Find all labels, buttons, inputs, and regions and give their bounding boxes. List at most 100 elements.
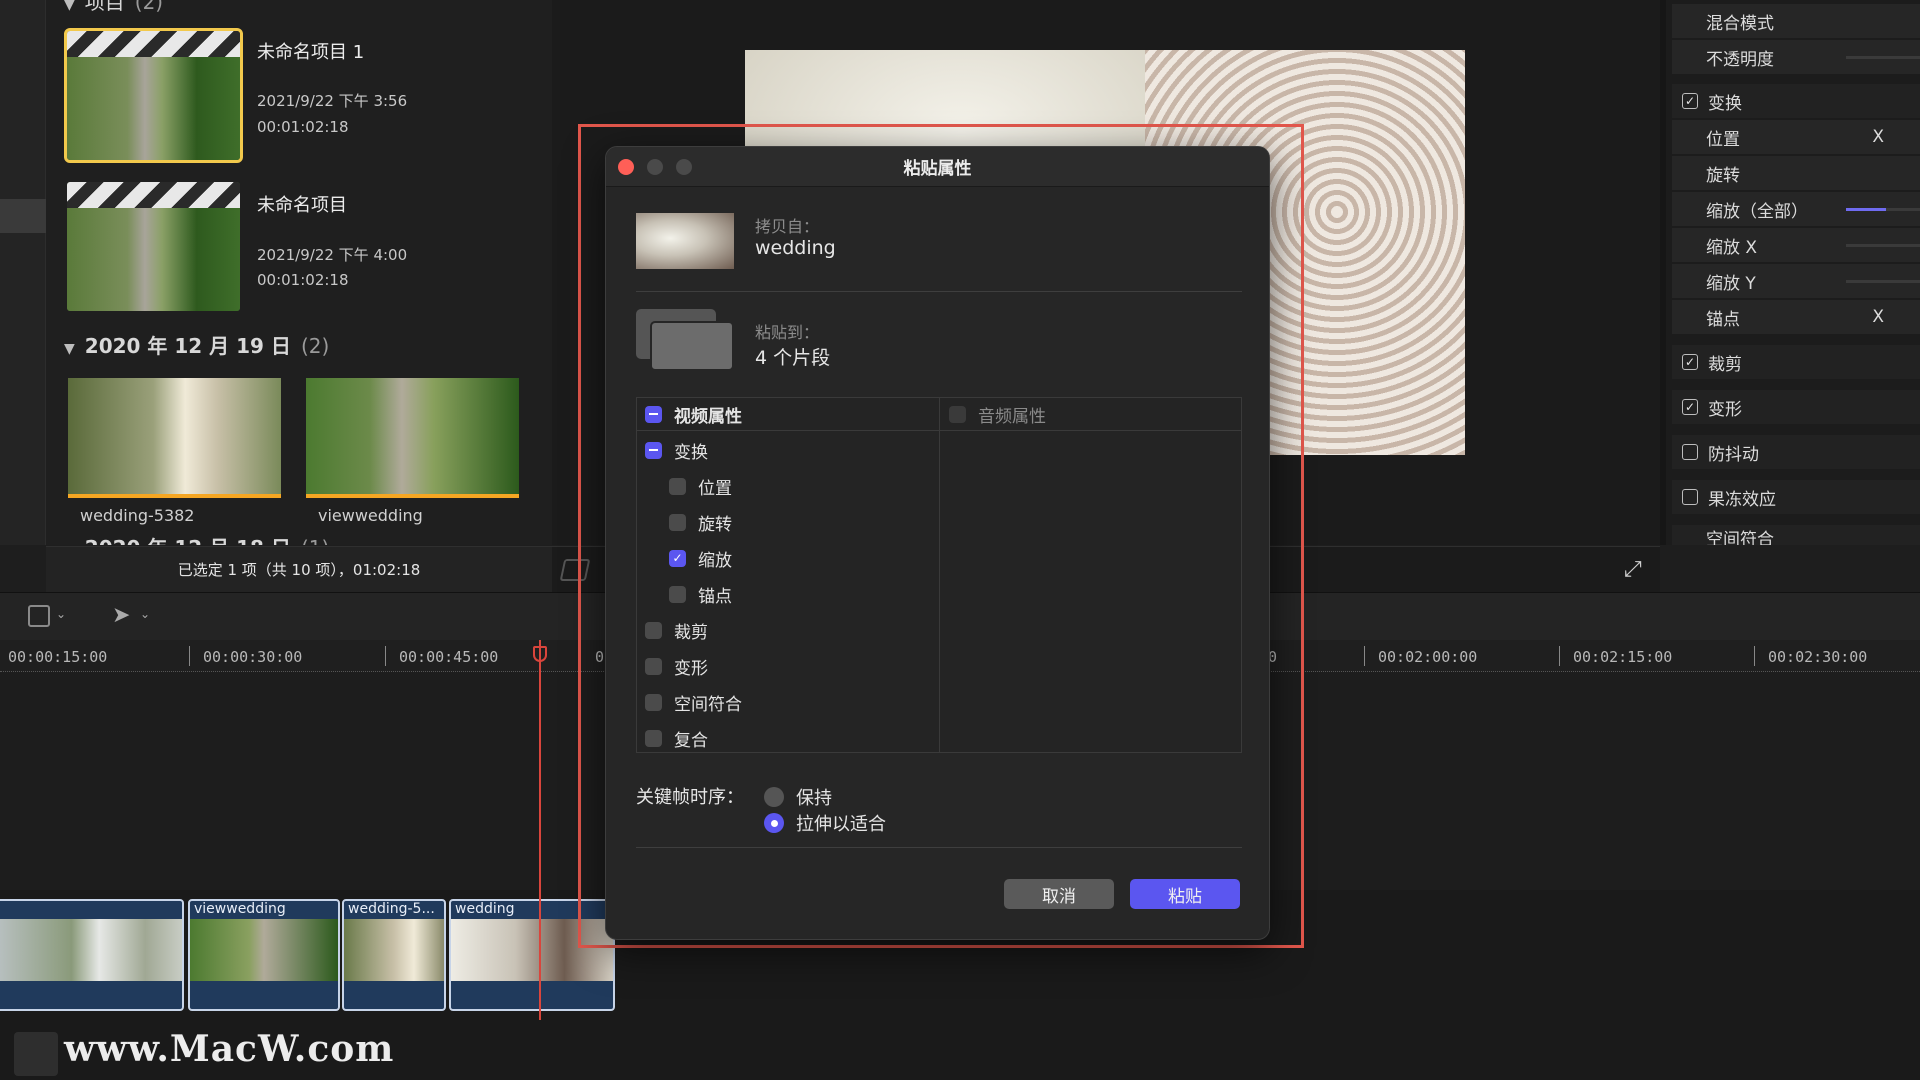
- inspector-row-label: 位置: [1706, 129, 1740, 150]
- inspector-row-rotation[interactable]: 旋转: [1672, 156, 1920, 190]
- keyframe-stretch-option[interactable]: 拉伸以适合: [764, 811, 886, 835]
- project-date: 2021/9/22 下午 4:00: [257, 246, 408, 264]
- attr-label: 裁剪: [674, 622, 708, 643]
- rotation-checkbox[interactable]: [669, 513, 686, 531]
- stretch-radio[interactable]: [764, 813, 784, 833]
- inspector-section-transform[interactable]: ✓ 变换: [1672, 84, 1920, 118]
- attr-row-spatial-conform[interactable]: 空间符合: [645, 690, 742, 715]
- watermark-text: www.MacW.com: [64, 1028, 395, 1070]
- inspector-row-label: 防抖动: [1708, 444, 1759, 465]
- timeline-clip[interactable]: viewwedding: [188, 899, 340, 1011]
- project-title: 未命名项目: [257, 195, 347, 216]
- keyframe-timing-label: 关键帧时序：: [636, 787, 744, 808]
- chevron-down-icon[interactable]: ⌄: [140, 607, 150, 621]
- scale-x-slider[interactable]: [1846, 244, 1920, 247]
- project-date: 2021/9/22 下午 3:56: [257, 92, 408, 110]
- playhead-handle[interactable]: [533, 646, 547, 662]
- clip-appearance-icon[interactable]: [28, 605, 50, 627]
- transform-checkbox[interactable]: [645, 441, 662, 459]
- maintain-radio[interactable]: [764, 787, 784, 807]
- checkbox-icon[interactable]: ✓: [1682, 354, 1698, 370]
- inspector-row-scale-all[interactable]: 缩放（全部）: [1672, 192, 1920, 226]
- attr-row-anchor[interactable]: 锚点: [669, 582, 732, 607]
- browser-status-text: 已选定 1 项（共 10 项），01:02:18: [46, 546, 552, 592]
- disclosure-triangle-icon[interactable]: ▼: [64, 0, 75, 13]
- dialog-title-bar[interactable]: 粘贴属性: [606, 147, 1269, 187]
- attr-row-crop[interactable]: 裁剪: [645, 618, 708, 643]
- ruler-time-label: 00:00:30:00: [203, 648, 303, 666]
- inspector-section-crop[interactable]: ✓ 裁剪: [1672, 345, 1920, 379]
- scale-checkbox[interactable]: ✓: [669, 549, 686, 567]
- checkbox-icon[interactable]: [1682, 489, 1698, 505]
- anchor-x-field[interactable]: X: [1872, 307, 1884, 327]
- clapperboard-icon: [67, 182, 240, 208]
- distort-checkbox[interactable]: [645, 657, 662, 675]
- inspector-section-stabilization[interactable]: 防抖动: [1672, 435, 1920, 469]
- scale-slider[interactable]: [1846, 208, 1920, 211]
- projects-header[interactable]: ▼ 项目 (2): [64, 0, 163, 15]
- compositing-checkbox[interactable]: [645, 729, 662, 747]
- event-browser: ▼ 项目 (2) 未命名项目 1 2021/9/22 下午 3:56 00:01:0…: [0, 0, 552, 545]
- spatial-conform-checkbox[interactable]: [645, 693, 662, 711]
- video-attributes-checkbox[interactable]: [645, 405, 662, 423]
- select-tool-icon[interactable]: ➤: [112, 603, 130, 628]
- zoom-window-button[interactable]: [676, 159, 692, 175]
- checkbox-icon[interactable]: [1682, 444, 1698, 460]
- clip-thumbnail[interactable]: [306, 378, 519, 498]
- video-attributes-row[interactable]: 视频属性: [645, 402, 742, 427]
- projects-count: (2): [134, 0, 164, 14]
- audio-attributes-row[interactable]: 音频属性: [949, 402, 1046, 427]
- anchor-checkbox[interactable]: [669, 585, 686, 603]
- paste-button[interactable]: 粘贴: [1130, 879, 1240, 909]
- inspector-row-anchor[interactable]: 锚点 X: [1672, 300, 1920, 334]
- attr-row-distort[interactable]: 变形: [645, 654, 708, 679]
- project-thumbnail-2[interactable]: [67, 182, 240, 311]
- inspector-section-distort[interactable]: ✓ 变形: [1672, 390, 1920, 424]
- radio-label: 拉伸以适合: [796, 814, 886, 835]
- checkbox-icon[interactable]: ✓: [1682, 93, 1698, 109]
- inspector-row-blend-mode[interactable]: 混合模式: [1672, 4, 1920, 38]
- date-group-header[interactable]: ▼ 2020 年 12 月 19 日 (2): [64, 330, 329, 359]
- timeline-clip[interactable]: [0, 899, 184, 1011]
- close-window-button[interactable]: [618, 159, 634, 175]
- clip-thumbnail[interactable]: [68, 378, 281, 498]
- library-sidebar-edge[interactable]: [0, 0, 46, 545]
- attr-label: 复合: [674, 730, 708, 751]
- inspector-section-spatial-conform[interactable]: 空间符合: [1672, 525, 1920, 545]
- audio-attributes-checkbox[interactable]: [949, 405, 966, 423]
- project-thumbnail-1[interactable]: [64, 28, 243, 163]
- date-group-header[interactable]: ▼ 2020 年 12 月 18 日 (1): [64, 532, 329, 545]
- timeline-clip-label: wedding: [455, 901, 515, 917]
- date-group-label: 2020 年 12 月 18 日: [85, 536, 291, 545]
- timeline-clip[interactable]: wedding-5...: [342, 899, 446, 1011]
- inspector-row-opacity[interactable]: 不透明度: [1672, 40, 1920, 74]
- chevron-down-icon[interactable]: ⌄: [56, 607, 66, 621]
- inspector-section-rolling-shutter[interactable]: 果冻效应: [1672, 480, 1920, 514]
- attr-label: 锚点: [698, 586, 732, 607]
- crop-checkbox[interactable]: [645, 621, 662, 639]
- multiple-clips-icon: [636, 309, 734, 371]
- keyframe-maintain-option[interactable]: 保持: [764, 785, 832, 809]
- disclosure-triangle-icon[interactable]: ▼: [64, 341, 75, 357]
- attr-row-transform[interactable]: 变换: [645, 438, 708, 463]
- checkbox-icon[interactable]: ✓: [1682, 399, 1698, 415]
- disclosure-triangle-icon[interactable]: ▼: [64, 543, 75, 545]
- inspector-row-scale-x[interactable]: 缩放 X: [1672, 228, 1920, 262]
- position-checkbox[interactable]: [669, 477, 686, 495]
- attr-row-position[interactable]: 位置: [669, 474, 732, 499]
- library-selected-row[interactable]: [0, 199, 46, 233]
- attr-row-compositing[interactable]: 复合: [645, 726, 708, 751]
- position-x-field[interactable]: X: [1872, 127, 1884, 147]
- inspector-row-scale-y[interactable]: 缩放 Y: [1672, 264, 1920, 298]
- attr-row-rotation[interactable]: 旋转: [669, 510, 732, 535]
- divider: [636, 291, 1242, 292]
- scale-y-slider[interactable]: [1846, 280, 1920, 283]
- opacity-slider[interactable]: [1846, 56, 1920, 59]
- cancel-button[interactable]: 取消: [1004, 879, 1114, 909]
- minimize-window-button[interactable]: [647, 159, 663, 175]
- attr-row-scale[interactable]: ✓ 缩放: [669, 546, 732, 571]
- fullscreen-icon[interactable]: ⤢: [1624, 557, 1642, 582]
- timeline-clip-label: viewwedding: [194, 901, 286, 917]
- playhead[interactable]: [539, 640, 541, 1080]
- inspector-row-position[interactable]: 位置 X: [1672, 120, 1920, 154]
